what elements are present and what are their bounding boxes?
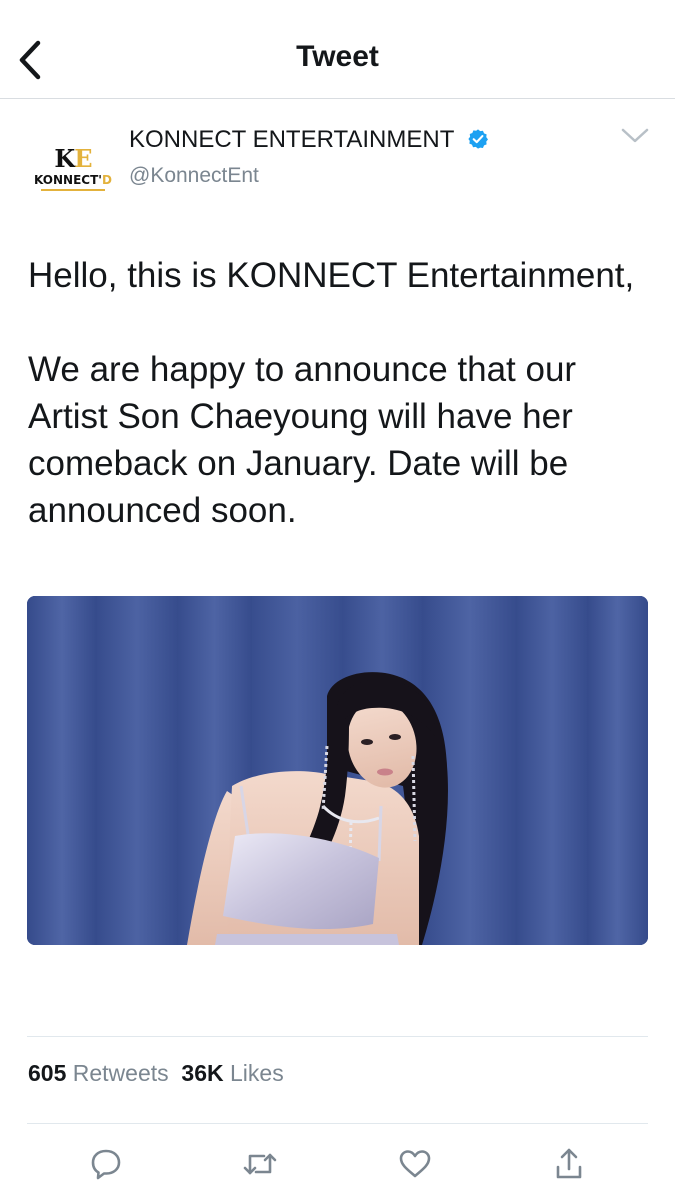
retweet-button[interactable] xyxy=(240,1144,280,1184)
photo-illustration xyxy=(27,596,648,945)
retweets-stat[interactable]: 605 Retweets xyxy=(28,1060,169,1086)
tweet-media-photo[interactable] xyxy=(27,596,648,945)
likes-count: 36K xyxy=(181,1060,224,1086)
divider-top xyxy=(27,1036,648,1037)
author-display-name[interactable]: KONNECT ENTERTAINMENT xyxy=(129,126,489,154)
avatar[interactable]: KE KONNECT'D xyxy=(28,124,118,214)
reply-button[interactable] xyxy=(86,1144,126,1184)
like-button[interactable] xyxy=(395,1144,435,1184)
page-title: Tweet xyxy=(296,40,379,73)
tweet-detail-screen: Tweet KE KONNECT'D KONNECT ENTERTAINMENT… xyxy=(0,0,675,1200)
verified-badge-icon xyxy=(467,129,488,149)
top-navigation-bar: Tweet xyxy=(0,0,675,99)
retweet-icon xyxy=(243,1153,277,1175)
likes-label: Likes xyxy=(230,1060,284,1086)
divider-bottom xyxy=(27,1123,648,1124)
likes-stat[interactable]: 36K Likes xyxy=(181,1060,283,1086)
retweets-label: Retweets xyxy=(72,1060,169,1086)
tweet-author-header: KE KONNECT'D KONNECT ENTERTAINMENT @Konn… xyxy=(0,100,675,214)
chevron-down-icon xyxy=(621,128,649,143)
tweet-menu-button[interactable] xyxy=(620,124,650,148)
tweet-action-bar xyxy=(0,1138,675,1190)
author-name-text: KONNECT ENTERTAINMENT xyxy=(129,126,454,153)
share-icon xyxy=(556,1148,582,1179)
avatar-logo-mark: KE xyxy=(54,144,92,173)
avatar-logo-underline xyxy=(41,189,105,191)
avatar-logo-wordmark: KONNECT'D xyxy=(34,173,112,187)
author-handle[interactable]: @KonnectEnt xyxy=(129,164,259,188)
tweet-text: Hello, this is KONNECT Entertainment, We… xyxy=(28,256,635,530)
retweets-count: 605 xyxy=(28,1060,67,1086)
like-icon xyxy=(399,1150,431,1178)
share-button[interactable] xyxy=(549,1144,589,1184)
reply-icon xyxy=(91,1149,121,1180)
engagement-stats: 605 Retweets 36K Likes xyxy=(28,1060,284,1087)
